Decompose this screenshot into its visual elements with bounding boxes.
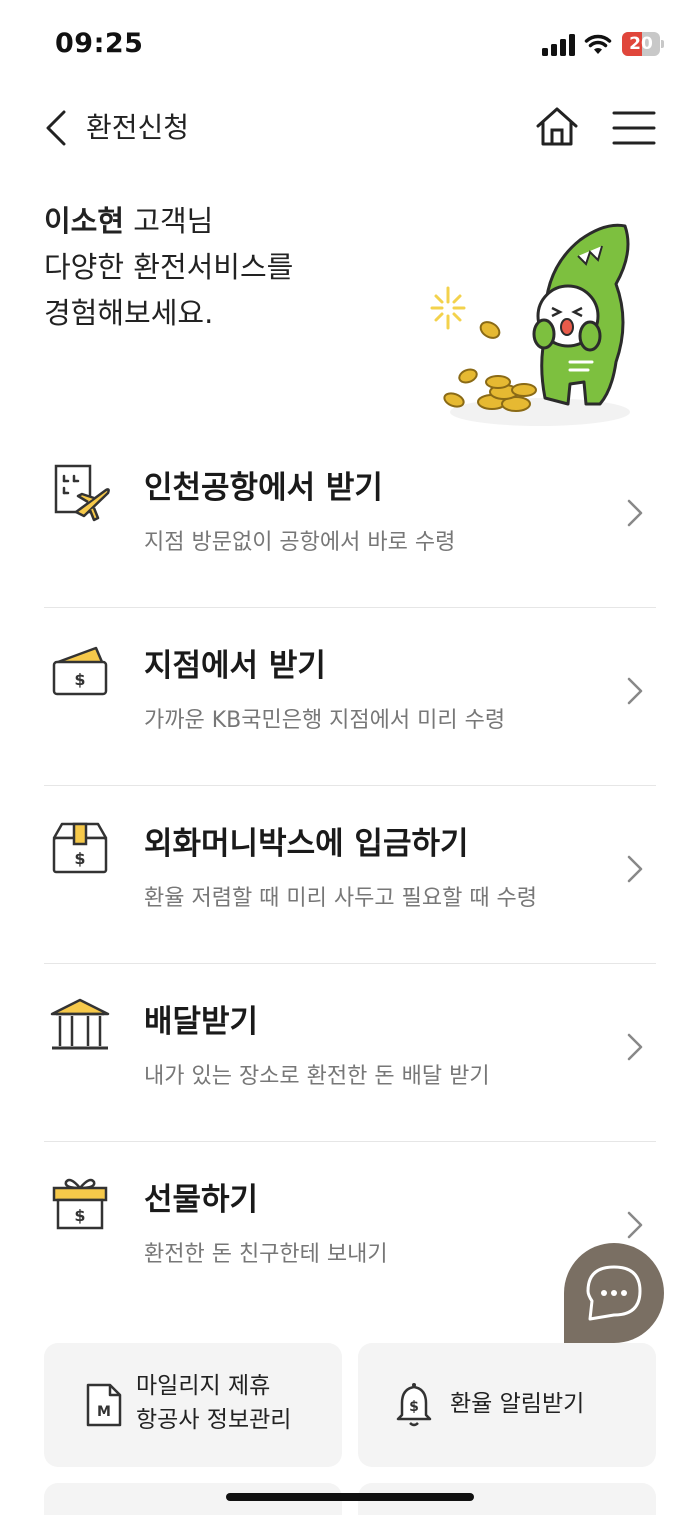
chevron-right-icon	[627, 677, 643, 705]
mileage-card-line-1: 마일리지 제휴	[136, 1373, 271, 1399]
chevron-right-icon	[627, 1033, 643, 1061]
service-title: 배달받기	[144, 1004, 259, 1040]
service-description: 내가 있는 장소로 환전한 돈 배달 받기	[144, 1064, 490, 1089]
customer-name: 이소현	[44, 204, 125, 238]
home-icon[interactable]	[534, 104, 580, 150]
battery-level: 20	[629, 34, 653, 54]
chevron-right-icon	[627, 855, 643, 883]
mascot-illustration	[430, 223, 630, 426]
rate-alert-card[interactable]: $ 환율 알림받기	[358, 1343, 656, 1467]
status-time: 09:25	[55, 28, 144, 59]
greeting-line-3: 경험해보세요.	[44, 296, 214, 330]
service-title: 선물하기	[144, 1182, 259, 1218]
bell-dollar-icon: $	[396, 1383, 432, 1427]
service-list: 인천공항에서 받기 지점 방문없이 공항에서 바로 수령 $ 지점에서 받기 가…	[44, 430, 656, 1320]
status-bar: 09:25 20	[0, 0, 700, 90]
svg-text:$: $	[74, 670, 85, 689]
svg-text:M: M	[97, 1404, 111, 1420]
greeting-line-2: 다양한 환전서비스를	[44, 250, 294, 284]
page-title: 환전신청	[86, 111, 190, 144]
wallet-icon: $	[52, 646, 108, 696]
chat-button[interactable]	[564, 1243, 664, 1343]
rate-alert-label: 환율 알림받기	[450, 1391, 585, 1417]
service-description: 가까운 KB국민은행 지점에서 미리 수령	[144, 708, 506, 733]
quick-cards: M 마일리지 제휴 항공사 정보관리 $ 환율 알림받기	[44, 1343, 656, 1467]
service-title: 인천공항에서 받기	[144, 470, 383, 506]
cellular-signal-icon	[542, 34, 575, 56]
service-item-delivery[interactable]: 배달받기 내가 있는 장소로 환전한 돈 배달 받기	[44, 964, 656, 1142]
svg-text:$: $	[74, 1206, 85, 1225]
chevron-right-icon	[627, 1211, 643, 1239]
chevron-right-icon	[627, 499, 643, 527]
service-title: 외화머니박스에 입금하기	[144, 826, 469, 862]
svg-text:$: $	[409, 1399, 419, 1415]
battery-icon: 20	[622, 32, 664, 56]
chat-bubble-icon	[586, 1265, 642, 1321]
service-description: 환전한 돈 친구한테 보내기	[144, 1242, 388, 1267]
hamburger-menu-icon[interactable]	[612, 108, 656, 148]
gift-icon: $	[52, 1178, 108, 1230]
service-description: 지점 방문없이 공항에서 바로 수령	[144, 530, 456, 555]
greeting-text: 이소현 고객님 다양한 환전서비스를 경험해보세요.	[44, 198, 404, 336]
airport-plane-icon	[54, 464, 110, 522]
mileage-document-icon: M	[86, 1383, 122, 1427]
service-title: 지점에서 받기	[144, 648, 326, 684]
service-item-airport[interactable]: 인천공항에서 받기 지점 방문없이 공항에서 바로 수령	[44, 430, 656, 608]
back-chevron-icon[interactable]	[40, 108, 74, 148]
svg-text:$: $	[74, 849, 85, 868]
customer-suffix: 고객님	[124, 204, 214, 238]
home-indicator	[226, 1493, 474, 1501]
service-item-branch[interactable]: $ 지점에서 받기 가까운 KB국민은행 지점에서 미리 수령	[44, 608, 656, 786]
app-header: 환전신청	[0, 90, 700, 166]
bank-building-icon	[50, 998, 110, 1050]
wifi-icon	[584, 34, 612, 54]
service-description: 환율 저렴할 때 미리 사두고 필요할 때 수령	[144, 886, 538, 911]
mileage-card-line-2: 항공사 정보관리	[136, 1407, 292, 1433]
money-box-icon: $	[52, 822, 108, 874]
service-item-money-box[interactable]: $ 외화머니박스에 입금하기 환율 저렴할 때 미리 사두고 필요할 때 수령	[44, 786, 656, 964]
mileage-airline-card[interactable]: M 마일리지 제휴 항공사 정보관리	[44, 1343, 342, 1467]
